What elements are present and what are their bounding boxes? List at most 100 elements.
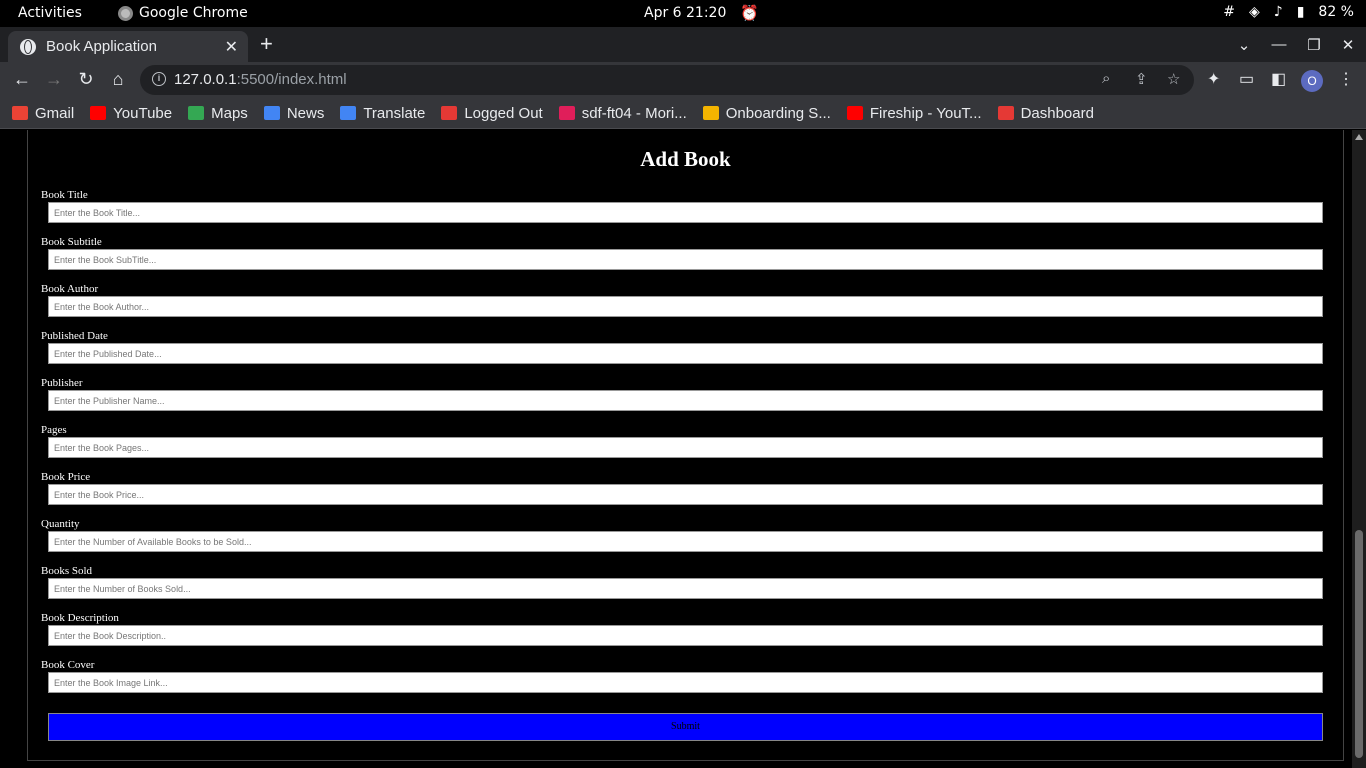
- field-label: Book Price: [41, 471, 91, 483]
- field-input[interactable]: [48, 296, 1323, 317]
- battery-percent: 82 %: [1318, 4, 1354, 20]
- zoom-icon[interactable]: ⌕: [1102, 70, 1110, 87]
- field-label: Book Description: [41, 612, 119, 624]
- slack-icon: #: [1223, 4, 1235, 20]
- bookmark-favicon-icon: [997, 106, 1014, 120]
- bookmark-item[interactable]: Dashboard: [997, 104, 1094, 122]
- bookmark-favicon-icon: [340, 106, 357, 120]
- page-scrollbar[interactable]: [1352, 130, 1366, 768]
- tab-title: Book Application: [46, 38, 157, 55]
- forward-icon[interactable]: →: [43, 69, 65, 90]
- menu-icon[interactable]: ⋮: [1338, 69, 1354, 89]
- url-path: :5500/index.html: [236, 71, 347, 88]
- extensions-icon[interactable]: ✦: [1207, 69, 1220, 89]
- scroll-thumb[interactable]: [1355, 530, 1363, 758]
- bookmarks-bar: Gmail YouTube Maps News Translate Logged Out s…: [0, 98, 1366, 129]
- globe-icon: [20, 38, 36, 55]
- address-bar[interactable]: i 127.0.0.1:5500/index.html ⌕ ⇪ ☆: [140, 65, 1194, 95]
- site-info-icon[interactable]: i: [152, 72, 166, 86]
- close-window-icon[interactable]: ✕: [1330, 36, 1366, 54]
- tab-strip: Book Application ✕ + ⌄ — ❐ ✕: [0, 27, 1366, 62]
- field-input[interactable]: [48, 484, 1323, 505]
- share-icon[interactable]: ⇪: [1135, 70, 1148, 88]
- bookmark-label: Onboarding S...: [725, 104, 831, 122]
- volume-icon: ♪: [1273, 4, 1283, 20]
- field-input[interactable]: [48, 343, 1323, 364]
- bookmark-favicon-icon: [90, 106, 107, 120]
- bookmark-item[interactable]: Gmail: [12, 105, 74, 122]
- minimize-icon[interactable]: —: [1260, 36, 1298, 53]
- bookmark-label: News: [286, 104, 325, 122]
- field-label: Publisher: [41, 377, 83, 389]
- bookmark-label: Logged Out: [464, 104, 543, 122]
- bookmark-favicon-icon: [12, 106, 28, 120]
- app-name: Google Chrome: [139, 5, 248, 21]
- bookmark-item[interactable]: News: [263, 104, 325, 122]
- bookmark-favicon-icon: [263, 106, 280, 120]
- home-icon[interactable]: ⌂: [107, 69, 129, 90]
- side-panel-icon[interactable]: ◧: [1271, 69, 1286, 89]
- field-label: Quantity: [41, 518, 80, 530]
- alarm-icon: ⏰: [740, 4, 759, 22]
- page-title: Add Book: [640, 147, 731, 171]
- clock[interactable]: Apr 6 21:20: [644, 5, 726, 21]
- field-label: Pages: [41, 424, 67, 436]
- field-label: Published Date: [41, 330, 108, 342]
- bookmark-label: Fireship - YouT...: [869, 104, 982, 122]
- field-label: Book Subtitle: [41, 236, 102, 248]
- url-text: 127.0.0.1:5500/index.html: [174, 71, 347, 88]
- bookmark-item[interactable]: Fireship - YouT...: [846, 104, 982, 122]
- bookmark-favicon-icon: [846, 106, 863, 120]
- bookmark-favicon-icon: [558, 106, 575, 120]
- browser-toolbar: ← → ↻ ⌂ i 127.0.0.1:5500/index.html ⌕ ⇪ …: [0, 62, 1366, 98]
- field-input[interactable]: [48, 578, 1323, 599]
- bookmark-label: Gmail: [35, 104, 75, 122]
- bookmark-star-icon[interactable]: ☆: [1167, 70, 1180, 88]
- tab-book-application[interactable]: Book Application ✕: [8, 31, 248, 62]
- close-tab-icon[interactable]: ✕: [225, 37, 238, 57]
- field-input[interactable]: [48, 625, 1323, 646]
- bookmark-item[interactable]: Translate: [340, 105, 425, 122]
- wifi-icon: ◈: [1248, 4, 1260, 20]
- cast-icon[interactable]: ▭: [1239, 69, 1254, 89]
- field-label: Book Title: [41, 189, 88, 201]
- add-book-form: Add Book Book Title Book Subtitle Book Aut…: [27, 130, 1344, 761]
- field-input[interactable]: [48, 672, 1323, 693]
- new-tab-button[interactable]: +: [260, 31, 273, 57]
- system-top-bar: Activities Google Chrome Apr 6 21:20 ⏰ #…: [0, 0, 1366, 27]
- bookmark-item[interactable]: Onboarding S...: [702, 104, 831, 122]
- url-host: 127.0.0.1: [174, 71, 237, 88]
- app-menu[interactable]: Google Chrome: [118, 5, 248, 21]
- field-input[interactable]: [48, 390, 1323, 411]
- bookmark-favicon-icon: [188, 106, 205, 120]
- bookmark-item[interactable]: Maps: [188, 105, 248, 122]
- field-input[interactable]: [48, 531, 1323, 552]
- maximize-icon[interactable]: ❐: [1298, 36, 1330, 54]
- bookmark-favicon-icon: [441, 106, 458, 120]
- scroll-up-icon[interactable]: [1355, 134, 1363, 140]
- battery-icon: ▮: [1296, 4, 1305, 20]
- submit-button[interactable]: Submit: [48, 713, 1323, 741]
- bookmark-favicon-icon: [702, 106, 719, 120]
- reload-icon[interactable]: ↻: [75, 69, 97, 90]
- bookmark-label: sdf-ft04 - Mori...: [581, 104, 687, 122]
- bookmark-label: Dashboard: [1020, 104, 1094, 122]
- bookmark-item[interactable]: YouTube: [90, 105, 172, 122]
- system-tray[interactable]: # ◈ ♪ ▮ 82 %: [1223, 4, 1354, 20]
- bookmark-item[interactable]: Logged Out: [441, 104, 543, 122]
- field-input[interactable]: [48, 249, 1323, 270]
- page-viewport: Add Book Book Title Book Subtitle Book Aut…: [0, 130, 1352, 768]
- field-input[interactable]: [48, 437, 1323, 458]
- field-label: Book Cover: [41, 659, 95, 671]
- activities-button[interactable]: Activities: [18, 5, 82, 21]
- tab-search-icon[interactable]: ⌄: [1228, 36, 1260, 54]
- field-label: Books Sold: [41, 565, 93, 577]
- profile-avatar[interactable]: O: [1301, 70, 1323, 92]
- bookmark-label: Translate: [363, 104, 426, 122]
- bookmark-label: Maps: [211, 104, 248, 122]
- bookmark-item[interactable]: sdf-ft04 - Mori...: [558, 104, 687, 122]
- back-icon[interactable]: ←: [11, 69, 33, 90]
- field-label: Book Author: [41, 283, 99, 295]
- field-input[interactable]: [48, 202, 1323, 223]
- bookmark-label: YouTube: [113, 104, 173, 122]
